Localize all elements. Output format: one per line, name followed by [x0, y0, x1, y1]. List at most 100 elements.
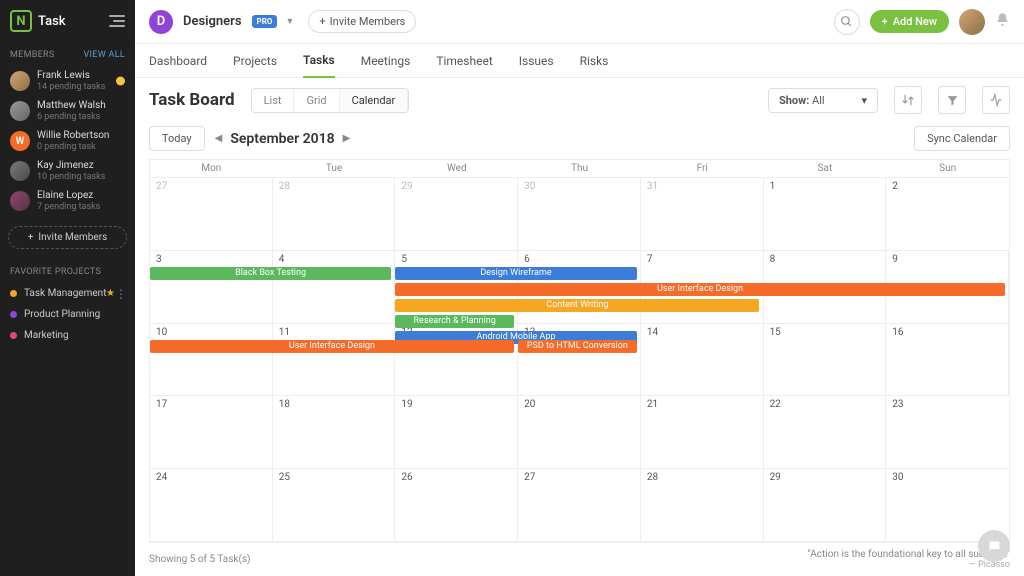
plus-icon: + — [319, 15, 325, 28]
calendar-event[interactable]: Content Writing — [395, 299, 759, 312]
view-grid[interactable]: Grid — [294, 89, 339, 112]
member-item[interactable]: Elaine Lopez 7 pending tasks — [0, 186, 135, 216]
calendar-cell[interactable]: 28 — [641, 469, 764, 541]
calendar-cell[interactable]: 22 — [764, 396, 887, 468]
search-icon[interactable] — [834, 9, 860, 35]
calendar-cell[interactable]: 14 — [641, 324, 764, 396]
weekday-label: Thu — [518, 160, 641, 177]
view-all-members-link[interactable]: View All — [84, 50, 125, 60]
calendar-cell[interactable]: 17 — [150, 396, 273, 468]
workspace-dropdown-icon[interactable]: ▾ — [287, 16, 292, 27]
app-logo[interactable]: N Task — [10, 10, 66, 32]
calendar-cell[interactable]: 31 — [641, 178, 764, 250]
logo-badge: N — [10, 10, 32, 32]
sort-icon[interactable] — [894, 86, 922, 114]
notifications-icon[interactable] — [995, 12, 1010, 31]
activity-icon[interactable] — [982, 86, 1010, 114]
project-label: Product Planning — [24, 309, 100, 320]
calendar-event[interactable]: User Interface Design — [395, 283, 1004, 296]
weekday-label: Fri — [641, 160, 764, 177]
tab-risks[interactable]: Risks — [580, 45, 609, 77]
calendar-cell[interactable]: 25 — [273, 469, 396, 541]
member-tasks: 10 pending tasks — [37, 172, 105, 182]
calendar-cell[interactable]: 30 — [518, 178, 641, 250]
project-color-dot — [10, 332, 17, 339]
project-label: Marketing — [24, 330, 69, 341]
member-item[interactable]: Kay Jimenez 10 pending tasks — [0, 156, 135, 186]
chevron-down-icon: ▾ — [861, 94, 867, 107]
status-dot — [116, 77, 125, 86]
calendar-cell[interactable]: 20 — [518, 396, 641, 468]
calendar-cell[interactable]: 29 — [395, 178, 518, 250]
calendar-event[interactable]: PSD to HTML Conversion — [518, 340, 636, 353]
today-button[interactable]: Today — [149, 126, 205, 151]
prev-month-icon[interactable]: ◀ — [215, 133, 223, 144]
calendar-cell[interactable]: 15 — [764, 324, 887, 396]
filter-icon[interactable] — [938, 86, 966, 114]
member-name: Matthew Walsh — [37, 100, 106, 112]
calendar-cell[interactable]: 10 — [150, 324, 273, 396]
avatar: W — [10, 131, 30, 151]
project-color-dot — [10, 290, 17, 297]
avatar — [10, 101, 30, 121]
more-icon[interactable]: ⋮ — [115, 288, 127, 300]
add-new-button[interactable]: + Add New — [870, 10, 949, 33]
plus-icon: + — [28, 232, 34, 243]
member-name: Frank Lewis — [37, 70, 105, 82]
calendar-cell[interactable]: 1 — [764, 178, 887, 250]
member-name: Elaine Lopez — [37, 190, 100, 202]
calendar-cell[interactable]: 27 — [150, 178, 273, 250]
page-title: Task Board — [149, 90, 235, 110]
tab-timesheet[interactable]: Timesheet — [436, 45, 492, 77]
tab-meetings[interactable]: Meetings — [361, 45, 411, 77]
tab-tasks[interactable]: Tasks — [303, 44, 335, 78]
favorite-project-item[interactable]: Marketing — [0, 325, 135, 346]
tab-dashboard[interactable]: Dashboard — [149, 45, 207, 77]
calendar-cell[interactable]: 11 — [273, 324, 396, 396]
month-label: September 2018 — [230, 131, 334, 147]
next-month-icon[interactable]: ▶ — [343, 133, 351, 144]
chat-icon[interactable] — [978, 530, 1010, 562]
calendar-cell[interactable]: 3 — [150, 251, 273, 323]
view-calendar[interactable]: Calendar — [340, 89, 409, 112]
calendar-cell[interactable]: 2 — [886, 178, 1009, 250]
favorite-project-item[interactable]: Task Management ★⋮ — [0, 283, 135, 304]
sync-calendar-button[interactable]: Sync Calendar — [914, 126, 1010, 151]
avatar — [10, 71, 30, 91]
calendar-cell[interactable]: 16 — [886, 324, 1009, 396]
favorite-project-item[interactable]: Product Planning — [0, 304, 135, 325]
view-list[interactable]: List — [252, 89, 295, 112]
calendar-cell[interactable]: 29 — [764, 469, 887, 541]
calendar-cell[interactable]: 19 — [395, 396, 518, 468]
calendar-cell[interactable]: 18 — [273, 396, 396, 468]
member-tasks: 7 pending tasks — [37, 202, 100, 212]
workspace-name[interactable]: Designers — [183, 14, 242, 29]
calendar-event[interactable]: Design Wireframe — [395, 267, 636, 280]
calendar-cell[interactable]: 4 — [273, 251, 396, 323]
tab-issues[interactable]: Issues — [519, 45, 554, 77]
member-item[interactable]: W Willie Robertson 0 pending task — [0, 126, 135, 156]
calendar-event[interactable]: Research & Planning — [395, 315, 513, 328]
view-toggle: ListGridCalendar — [251, 88, 410, 113]
calendar-cell[interactable]: 27 — [518, 469, 641, 541]
calendar-event[interactable]: User Interface Design — [150, 340, 514, 353]
workspace-avatar[interactable]: D — [149, 10, 173, 34]
calendar-cell[interactable]: 28 — [273, 178, 396, 250]
invite-members-button[interactable]: + Invite Members — [8, 226, 127, 249]
avatar — [10, 191, 30, 211]
member-item[interactable]: Frank Lewis 14 pending tasks — [0, 66, 135, 96]
calendar-cell[interactable]: 21 — [641, 396, 764, 468]
show-filter-dropdown[interactable]: Show: All ▾ — [768, 88, 878, 113]
invite-members-top-button[interactable]: + Invite Members — [308, 10, 416, 33]
calendar-event[interactable]: Black Box Testing — [150, 267, 391, 280]
star-icon[interactable]: ★ — [106, 288, 115, 299]
tab-projects[interactable]: Projects — [233, 45, 277, 77]
calendar-cell[interactable]: 23 — [886, 396, 1009, 468]
member-item[interactable]: Matthew Walsh 6 pending tasks — [0, 96, 135, 126]
logo-text: Task — [38, 14, 66, 29]
collapse-sidebar-icon[interactable] — [109, 15, 125, 27]
user-avatar[interactable] — [959, 9, 985, 35]
quote-author: — Picasso — [808, 560, 1010, 570]
calendar-cell[interactable]: 26 — [395, 469, 518, 541]
calendar-cell[interactable]: 24 — [150, 469, 273, 541]
